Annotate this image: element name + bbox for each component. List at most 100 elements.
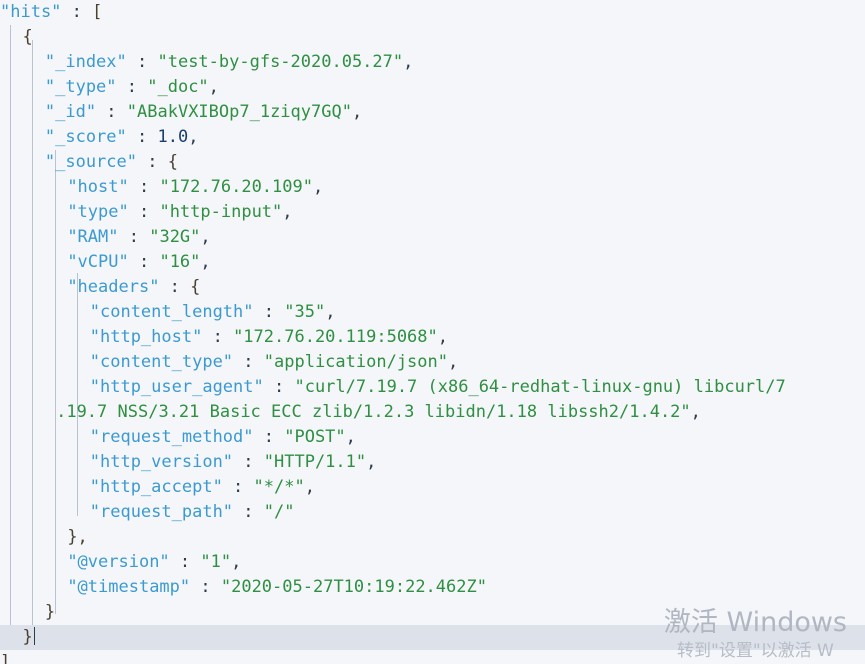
json-punctuation: : bbox=[126, 52, 158, 72]
json-punctuation: : bbox=[118, 227, 150, 247]
code-line[interactable]: "hits" : [ bbox=[0, 0, 865, 25]
json-punctuation: : bbox=[128, 177, 160, 197]
json-key: "headers" bbox=[67, 277, 160, 297]
json-punctuation: , bbox=[200, 252, 211, 272]
json-punctuation: : bbox=[233, 502, 264, 522]
code-line[interactable]: .19.7 NSS/3.21 Basic ECC zlib/1.2.3 libi… bbox=[0, 400, 865, 425]
json-punctuation: , bbox=[366, 452, 377, 472]
json-punctuation: : bbox=[128, 252, 160, 272]
json-punctuation: : bbox=[233, 452, 264, 472]
json-punctuation: : bbox=[137, 152, 168, 172]
code-line[interactable]: "_id" : "ABakVXIBOp7_1ziqy7GQ", bbox=[0, 100, 865, 125]
json-punctuation: : bbox=[116, 77, 148, 97]
code-line[interactable]: "http_user_agent" : "curl/7.19.7 (x86_64… bbox=[0, 375, 865, 400]
json-string: "HTTP/1.1" bbox=[263, 452, 367, 472]
json-string: "curl/7.19.7 (x86_64-redhat-linux-gnu) l… bbox=[294, 377, 786, 397]
json-code-editor[interactable]: "hits" : [{"_index" : "test-by-gfs-2020.… bbox=[0, 0, 865, 664]
code-line[interactable]: "host" : "172.76.20.109", bbox=[0, 175, 865, 200]
json-string: "application/json" bbox=[263, 352, 448, 372]
code-line[interactable]: { bbox=[0, 25, 865, 50]
json-string: "*/*" bbox=[253, 477, 305, 497]
json-brace: { bbox=[190, 277, 201, 297]
json-string: "172.76.20.109" bbox=[159, 177, 313, 197]
json-key: "http_user_agent" bbox=[89, 377, 264, 397]
json-punctuation: : bbox=[253, 302, 285, 322]
json-punctuation: : bbox=[61, 2, 93, 22]
code-line[interactable]: "headers" : { bbox=[0, 275, 865, 300]
json-punctuation: , bbox=[448, 352, 459, 372]
json-punctuation: , bbox=[345, 427, 356, 447]
json-punctuation: : bbox=[202, 327, 234, 347]
json-key: "RAM" bbox=[67, 227, 119, 247]
code-line[interactable]: }, bbox=[0, 525, 865, 550]
json-number: 1.0 bbox=[157, 127, 189, 147]
json-key: "_type" bbox=[44, 77, 117, 97]
json-punctuation: : bbox=[96, 102, 127, 122]
code-line[interactable]: "content_length" : "35", bbox=[0, 300, 865, 325]
code-line[interactable]: "@timestamp" : "2020-05-27T10:19:22.462Z… bbox=[0, 575, 865, 600]
code-line[interactable]: "RAM" : "32G", bbox=[0, 225, 865, 250]
code-line[interactable]: "request_path" : "/" bbox=[0, 500, 865, 525]
json-key: "@version" bbox=[67, 552, 170, 572]
json-string: "ABakVXIBOp7_1ziqy7GQ" bbox=[126, 102, 352, 122]
json-key: "hits" bbox=[0, 2, 62, 22]
code-line[interactable]: "vCPU" : "16", bbox=[0, 250, 865, 275]
json-key: "content_type" bbox=[89, 352, 234, 372]
json-string: "172.76.20.119:5068" bbox=[233, 327, 438, 347]
json-key: "vCPU" bbox=[67, 252, 129, 272]
json-punctuation: : bbox=[233, 352, 264, 372]
json-punctuation: , bbox=[188, 127, 199, 147]
code-line[interactable]: } bbox=[0, 600, 865, 625]
json-string: "1" bbox=[200, 552, 232, 572]
json-key: "request_method" bbox=[89, 427, 254, 447]
code-content[interactable]: "hits" : [{"_index" : "test-by-gfs-2020.… bbox=[0, 0, 865, 664]
code-line[interactable]: "http_version" : "HTTP/1.1", bbox=[0, 450, 865, 475]
json-key: "host" bbox=[67, 177, 129, 197]
json-punctuation: , bbox=[351, 102, 363, 122]
json-key: "_score" bbox=[44, 127, 127, 147]
code-line-active[interactable]: } bbox=[0, 625, 865, 650]
json-punctuation: , bbox=[403, 52, 414, 72]
json-string: "2020-05-27T10:19:22.462Z" bbox=[220, 577, 487, 597]
json-key: "content_length" bbox=[89, 302, 254, 322]
json-punctuation: , bbox=[312, 177, 324, 197]
json-key: "_id" bbox=[44, 102, 97, 122]
json-punctuation: : bbox=[169, 552, 201, 572]
json-brace: } bbox=[44, 602, 56, 622]
json-key: "http_accept" bbox=[89, 477, 223, 497]
code-line[interactable]: "_source" : { bbox=[0, 150, 865, 175]
json-brace: ] bbox=[0, 652, 11, 664]
code-line[interactable]: "_index" : "test-by-gfs-2020.05.27", bbox=[0, 50, 865, 75]
code-line[interactable]: "_score" : 1.0, bbox=[0, 125, 865, 150]
json-punctuation: : bbox=[190, 577, 221, 597]
json-key: "_index" bbox=[44, 52, 127, 72]
json-punctuation: , bbox=[200, 227, 211, 247]
json-string: "POST" bbox=[284, 427, 346, 447]
json-brace: [ bbox=[92, 2, 103, 22]
json-string: "32G" bbox=[149, 227, 201, 247]
json-key: "type" bbox=[67, 202, 129, 222]
json-punctuation: : bbox=[253, 427, 285, 447]
json-string: "16" bbox=[159, 252, 201, 272]
code-line[interactable]: "request_method" : "POST", bbox=[0, 425, 865, 450]
json-key: "http_host" bbox=[89, 327, 203, 347]
json-key: "request_path" bbox=[89, 502, 234, 522]
json-punctuation: : bbox=[222, 477, 254, 497]
code-line[interactable]: "@version" : "1", bbox=[0, 550, 865, 575]
code-line[interactable]: ] bbox=[0, 650, 865, 664]
json-punctuation: , bbox=[304, 477, 315, 497]
json-punctuation: : bbox=[128, 202, 160, 222]
json-punctuation: , bbox=[690, 402, 701, 422]
json-key: "_source" bbox=[44, 152, 137, 172]
text-cursor bbox=[33, 627, 35, 645]
json-punctuation: : bbox=[159, 277, 191, 297]
code-line[interactable]: "_type" : "_doc", bbox=[0, 75, 865, 100]
json-punctuation: , bbox=[437, 327, 449, 347]
code-line[interactable]: "http_host" : "172.76.20.119:5068", bbox=[0, 325, 865, 350]
code-line[interactable]: "content_type" : "application/json", bbox=[0, 350, 865, 375]
code-line[interactable]: "http_accept" : "*/*", bbox=[0, 475, 865, 500]
json-string: "35" bbox=[284, 302, 326, 322]
code-line[interactable]: "type" : "http-input", bbox=[0, 200, 865, 225]
json-string: .19.7 NSS/3.21 Basic ECC zlib/1.2.3 libi… bbox=[56, 402, 691, 422]
json-punctuation: , bbox=[208, 77, 219, 97]
